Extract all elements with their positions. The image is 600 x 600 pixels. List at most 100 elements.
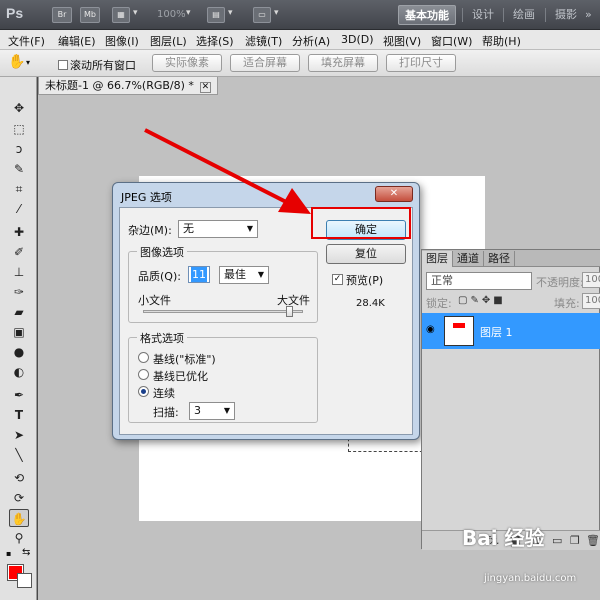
format-progressive-radio[interactable] <box>138 386 149 397</box>
bridge-button[interactable]: Br <box>52 7 72 23</box>
quality-slider-track[interactable] <box>143 310 303 313</box>
zoom-level[interactable]: 100% <box>157 9 186 20</box>
screen-mode-icon[interactable]: ▭ <box>253 7 271 23</box>
delete-layer-icon[interactable]: 🗑 <box>586 534 600 547</box>
history-brush-tool-icon[interactable]: ✑ <box>9 283 29 301</box>
menu-view[interactable]: 视图(V) <box>383 33 421 49</box>
brush-tool-icon[interactable]: ✐ <box>9 243 29 261</box>
menu-edit[interactable]: 编辑(E) <box>58 33 96 49</box>
crop-tool-icon[interactable]: ⌗ <box>9 180 29 198</box>
3d-orbit-tool-icon[interactable]: ⟳ <box>9 489 29 507</box>
workspace-more-icon[interactable]: » <box>583 5 594 25</box>
gradient-tool-icon[interactable]: ▣ <box>9 323 29 341</box>
view-extras-icon[interactable]: ▦ <box>112 7 130 23</box>
scans-value: 3 <box>194 404 201 417</box>
healing-brush-tool-icon[interactable]: ✚ <box>9 223 29 241</box>
3d-rotate-tool-icon[interactable]: ⟲ <box>9 469 29 487</box>
close-icon[interactable]: ✕ <box>375 186 413 202</box>
workspace-photography[interactable]: 摄影 <box>549 5 583 25</box>
lock-transparency-icon[interactable]: ▢ <box>458 295 470 306</box>
quality-input[interactable]: 11 <box>188 266 210 283</box>
hand-tool-preset-icon[interactable]: ✋ <box>8 54 25 70</box>
format-baseline-standard-radio[interactable] <box>138 352 149 363</box>
preview-checkbox[interactable]: ✓ <box>332 274 343 285</box>
workspace-essentials[interactable]: 基本功能 <box>398 5 456 25</box>
menu-analysis[interactable]: 分析(A) <box>292 33 330 49</box>
document-tab[interactable]: 未标题-1 @ 66.7%(RGB/8) * ✕ <box>38 77 218 95</box>
menu-file[interactable]: 文件(F) <box>8 33 45 49</box>
format-progressive-label: 连续 <box>153 387 175 400</box>
actual-pixels-button[interactable]: 实际像素 <box>152 54 222 72</box>
arrange-dropdown-icon[interactable]: ▾ <box>228 8 233 18</box>
layer-name[interactable]: 图层 1 <box>480 324 513 340</box>
background-color-swatch[interactable] <box>17 573 32 588</box>
reset-button[interactable]: 复位 <box>326 244 406 264</box>
checkbox-box[interactable] <box>58 60 68 70</box>
menu-layer[interactable]: 图层(L) <box>150 33 187 49</box>
menu-image[interactable]: 图像(I) <box>105 33 139 49</box>
photoshop-logo: Ps <box>6 5 24 21</box>
marquee-tool-icon[interactable]: ⬚ <box>9 120 29 138</box>
workspace-painting[interactable]: 绘画 <box>507 5 541 25</box>
print-size-button[interactable]: 打印尺寸 <box>386 54 456 72</box>
quality-preset-select[interactable]: 最佳 ▼ <box>219 266 269 284</box>
quick-selection-tool-icon[interactable]: ✎ <box>9 160 29 178</box>
lock-icons[interactable]: ▢✎✥■ <box>458 295 506 306</box>
eye-icon[interactable]: ◉ <box>426 325 438 335</box>
fill-screen-button[interactable]: 填充屏幕 <box>308 54 378 72</box>
dialog-body: 杂边(M): 无 ▼ 图像选项 品质(Q): 11 最佳 ▼ 小文件 大文件 格式选… <box>119 207 413 435</box>
lock-all-icon[interactable]: ■ <box>493 295 505 306</box>
zoom-tool-icon[interactable]: ⚲ <box>9 529 29 547</box>
menu-3d[interactable]: 3D(D) <box>341 33 374 46</box>
mini-bridge-button[interactable]: Mb <box>80 7 100 23</box>
quality-label: 品质(Q): <box>138 270 181 283</box>
pen-tool-icon[interactable]: ✒ <box>9 386 29 404</box>
tab-paths[interactable]: 路径 <box>484 251 515 267</box>
image-options-title: 图像选项 <box>137 244 187 260</box>
move-tool-icon[interactable]: ✥ <box>9 99 29 117</box>
close-icon[interactable]: ✕ <box>199 82 211 93</box>
dodge-tool-icon[interactable]: ◐ <box>9 363 29 381</box>
line-tool-icon[interactable]: ╲ <box>9 446 29 464</box>
fit-screen-button[interactable]: 适合屏幕 <box>230 54 300 72</box>
opacity-input[interactable]: 100% <box>582 272 600 288</box>
menu-window[interactable]: 窗口(W) <box>431 33 472 49</box>
document-tab-title: 未标题-1 @ 66.7%(RGB/8) * <box>45 79 194 92</box>
new-group-icon[interactable]: ▭ <box>552 534 562 547</box>
menu-filter[interactable]: 滤镜(T) <box>245 33 282 49</box>
blend-mode-select[interactable]: 正常 <box>426 272 532 290</box>
new-layer-icon[interactable]: ❐ <box>570 534 580 547</box>
dialog-title: JPEG 选项 <box>121 191 172 204</box>
menu-help[interactable]: 帮助(H) <box>482 33 521 49</box>
scroll-all-windows-checkbox[interactable]: 滚动所有窗口 <box>58 57 136 73</box>
default-colors-icon[interactable]: ▪ <box>6 549 11 558</box>
layer-row[interactable]: ◉ 图层 1 <box>422 313 600 349</box>
lock-position-icon[interactable]: ✥ <box>482 295 493 306</box>
format-baseline-optimized-radio[interactable] <box>138 369 149 380</box>
tab-layers[interactable]: 图层 <box>422 251 453 267</box>
workspace-design[interactable]: 设计 <box>466 5 500 25</box>
blur-tool-icon[interactable]: ● <box>9 343 29 361</box>
eyedropper-tool-icon[interactable]: ⁄ <box>9 200 29 218</box>
scroll-all-windows-label: 滚动所有窗口 <box>70 59 136 72</box>
swap-colors-icon[interactable]: ⇆ <box>22 547 30 558</box>
arrange-documents-icon[interactable]: ▤ <box>207 7 225 23</box>
hand-tool-icon[interactable]: ✋ <box>9 509 29 527</box>
eraser-tool-icon[interactable]: ▰ <box>9 303 29 321</box>
lasso-tool-icon[interactable]: ↄ <box>9 140 29 158</box>
menu-select[interactable]: 选择(S) <box>196 33 234 49</box>
type-tool-icon[interactable]: T <box>9 406 29 424</box>
clone-stamp-tool-icon[interactable]: ⊥ <box>9 263 29 281</box>
lock-pixels-icon[interactable]: ✎ <box>470 295 481 306</box>
preview-label: 预览(P) <box>346 274 384 287</box>
screen-mode-dropdown-icon[interactable]: ▾ <box>274 8 279 18</box>
fill-input[interactable]: 100% <box>582 293 600 309</box>
tool-preset-dropdown-icon[interactable]: ▾ <box>26 58 30 67</box>
view-extras-dropdown-icon[interactable]: ▾ <box>133 8 138 18</box>
zoom-dropdown-icon[interactable]: ▾ <box>186 8 191 18</box>
quality-slider-thumb[interactable] <box>286 306 294 317</box>
scans-select[interactable]: 3 ▼ <box>189 402 235 420</box>
matte-select[interactable]: 无 ▼ <box>178 220 258 238</box>
tab-channels[interactable]: 通道 <box>453 251 484 267</box>
path-selection-tool-icon[interactable]: ➤ <box>9 426 29 444</box>
